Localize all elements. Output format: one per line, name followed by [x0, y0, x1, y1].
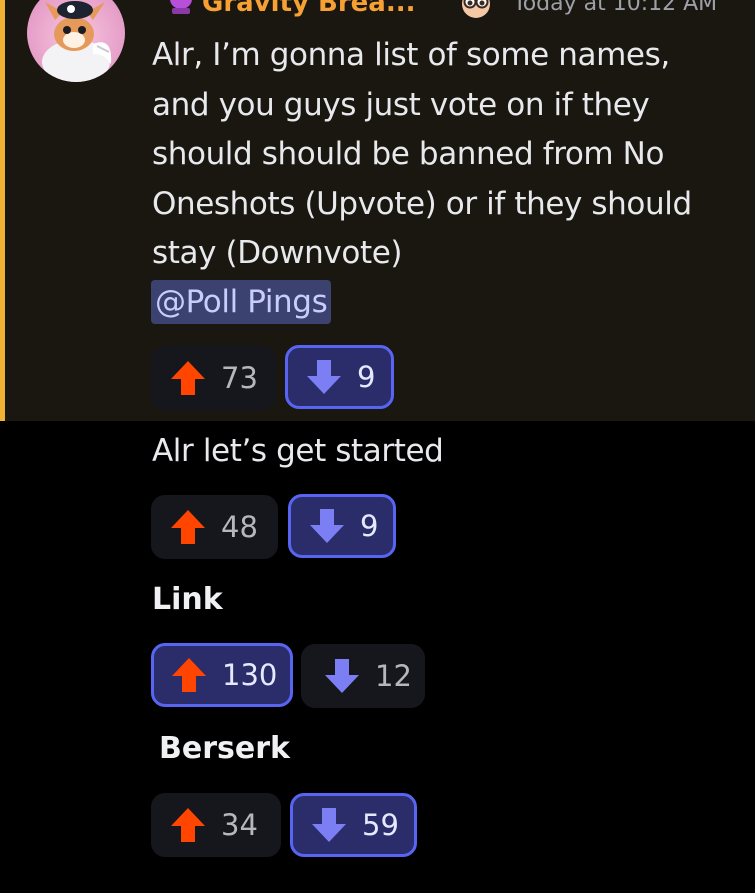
reaction-count: 48 — [221, 510, 258, 544]
role-mention[interactable]: @Poll Pings — [151, 280, 332, 324]
message-text: Alr let’s get started — [152, 433, 444, 469]
up-arrow-icon — [171, 361, 205, 395]
reaction-count: 9 — [360, 509, 379, 543]
face-emoji-icon — [462, 0, 490, 18]
upvote-reaction[interactable]: 34 — [151, 793, 281, 857]
down-arrow-icon — [310, 509, 344, 543]
reaction-count: 73 — [221, 361, 258, 395]
reaction-count: 34 — [221, 808, 258, 842]
downvote-reaction[interactable]: 9 — [288, 494, 396, 558]
up-arrow-icon — [171, 808, 205, 842]
message-line: Alr, I’m gonna list of some names, — [152, 37, 670, 73]
reaction-count: 9 — [357, 360, 376, 394]
upvote-reaction[interactable]: 130 — [151, 643, 293, 707]
up-arrow-icon — [171, 510, 205, 544]
down-arrow-icon — [325, 659, 359, 693]
message-text: Berserk — [159, 731, 290, 766]
reaction-count: 130 — [222, 658, 278, 692]
message-line: and you guys just vote on if they — [152, 86, 650, 123]
upvote-reaction[interactable]: 73 — [151, 346, 276, 410]
upvote-reaction[interactable]: 48 — [151, 495, 278, 559]
down-arrow-icon — [312, 808, 346, 842]
downvote-reaction[interactable]: 12 — [301, 644, 425, 708]
message-timestamp: Today at 10:12 AM — [513, 0, 718, 16]
message-line: should should be banned from No — [152, 136, 665, 172]
reaction-count: 12 — [375, 659, 412, 693]
crystal-ball-icon — [170, 0, 192, 14]
reaction-count: 59 — [362, 808, 399, 842]
message-text: Link — [152, 582, 223, 617]
author-name[interactable]: Gravity Brea... — [202, 0, 415, 19]
message-header: Gravity Brea... Today at 10:12 AM — [152, 0, 752, 23]
down-arrow-icon — [307, 360, 341, 394]
message-line: Oneshots (Upvote) or if they should — [152, 185, 692, 222]
downvote-reaction[interactable]: 59 — [290, 793, 417, 857]
up-arrow-icon — [172, 658, 206, 692]
downvote-reaction[interactable]: 9 — [285, 345, 394, 409]
message-line: stay (Downvote) — [152, 235, 403, 271]
message-content: Alr, I’m gonna list of some names, and y… — [152, 31, 742, 279]
